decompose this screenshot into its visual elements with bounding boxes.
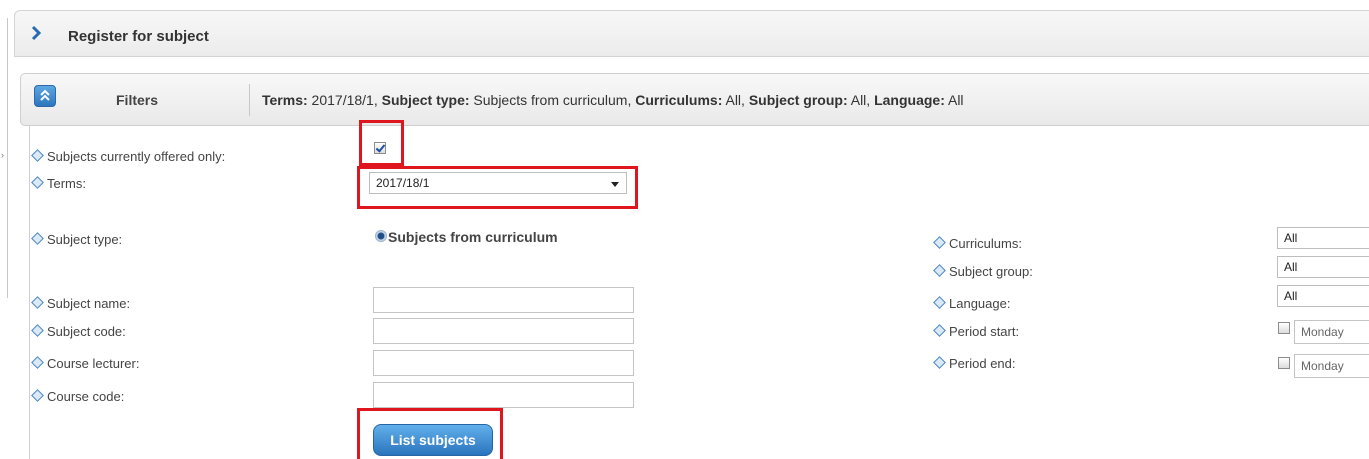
side-expand-arrow-icon[interactable]: ›: [1, 150, 4, 160]
double-chevron-up-icon: [40, 89, 50, 101]
diamond-bullet-icon: [31, 176, 44, 189]
diamond-bullet-icon: [31, 232, 44, 245]
highlight-offered-only: [359, 120, 404, 166]
course-lecturer-input[interactable]: [373, 350, 634, 376]
diamond-bullet-icon: [31, 324, 44, 337]
filters-divider: [249, 84, 250, 116]
diamond-bullet-icon: [933, 236, 946, 249]
summary-value-curriculums: All,: [722, 92, 749, 108]
summary-value-language: All: [944, 92, 964, 108]
filters-bar: Filters Terms: 2017/18/1, Subject type: …: [20, 73, 1369, 126]
panel-title: Register for subject: [68, 28, 209, 45]
diamond-bullet-icon: [31, 389, 44, 402]
panel-header: Register for subject: [14, 10, 1369, 57]
collapse-filters-button[interactable]: [34, 85, 56, 107]
diamond-bullet-icon: [31, 356, 44, 369]
summary-key-language: Language:: [874, 92, 945, 108]
subject-group-label: Subject group:: [933, 264, 1033, 279]
period-start-checkbox[interactable]: [1278, 322, 1290, 334]
curriculums-select[interactable]: All: [1277, 227, 1369, 249]
left-rail-divider: [7, 18, 8, 298]
course-code-label: Course code:: [31, 389, 124, 404]
summary-value-terms: 2017/18/1,: [307, 92, 382, 108]
language-select[interactable]: All: [1277, 285, 1369, 307]
subject-code-label: Subject code:: [31, 324, 126, 339]
subject-group-select-value: All: [1284, 260, 1298, 274]
period-start-label: Period start:: [933, 324, 1019, 339]
language-label: Language:: [933, 296, 1010, 311]
course-lecturer-label: Course lecturer:: [31, 356, 139, 371]
curriculums-label: Curriculums:: [933, 236, 1022, 251]
subject-type-radio[interactable]: [375, 230, 387, 242]
subject-group-select[interactable]: All: [1277, 256, 1369, 278]
period-end-checkbox[interactable]: [1278, 357, 1290, 369]
summary-key-subject-type: Subject type:: [381, 92, 470, 108]
diamond-bullet-icon: [31, 296, 44, 309]
course-code-input[interactable]: [373, 382, 634, 408]
diamond-bullet-icon: [31, 149, 44, 162]
diamond-bullet-icon: [933, 324, 946, 337]
subject-type-label: Subject type:: [31, 232, 122, 247]
subject-name-label: Subject name:: [31, 296, 130, 311]
diamond-bullet-icon: [933, 356, 946, 369]
diamond-bullet-icon: [933, 264, 946, 277]
curriculums-select-value: All: [1284, 231, 1298, 245]
filter-form: [29, 126, 1369, 459]
summary-value-subject-group: All,: [847, 92, 875, 108]
summary-key-curriculums: Curriculums:: [635, 92, 723, 108]
language-select-value: All: [1284, 289, 1298, 303]
diamond-bullet-icon: [933, 296, 946, 309]
highlight-terms: [357, 166, 638, 209]
subject-type-option-label: Subjects from curriculum: [388, 229, 558, 245]
summary-key-terms: Terms:: [262, 92, 308, 108]
period-start-input[interactable]: Monday: [1294, 320, 1369, 344]
period-end-label: Period end:: [933, 356, 1016, 371]
filters-summary: Terms: 2017/18/1, Subject type: Subjects…: [262, 92, 964, 108]
terms-label: Terms:: [31, 176, 86, 191]
subject-name-input[interactable]: [373, 287, 634, 313]
subject-code-input[interactable]: [373, 318, 634, 344]
offered-only-label: Subjects currently offered only:: [31, 149, 225, 164]
filters-label: Filters: [116, 92, 159, 108]
summary-value-subject-type: Subjects from curriculum,: [469, 92, 636, 108]
summary-key-subject-group: Subject group:: [748, 92, 848, 108]
period-end-input[interactable]: Monday: [1294, 354, 1369, 378]
chevron-right-icon[interactable]: [29, 25, 45, 41]
highlight-list-subjects: [357, 408, 503, 459]
